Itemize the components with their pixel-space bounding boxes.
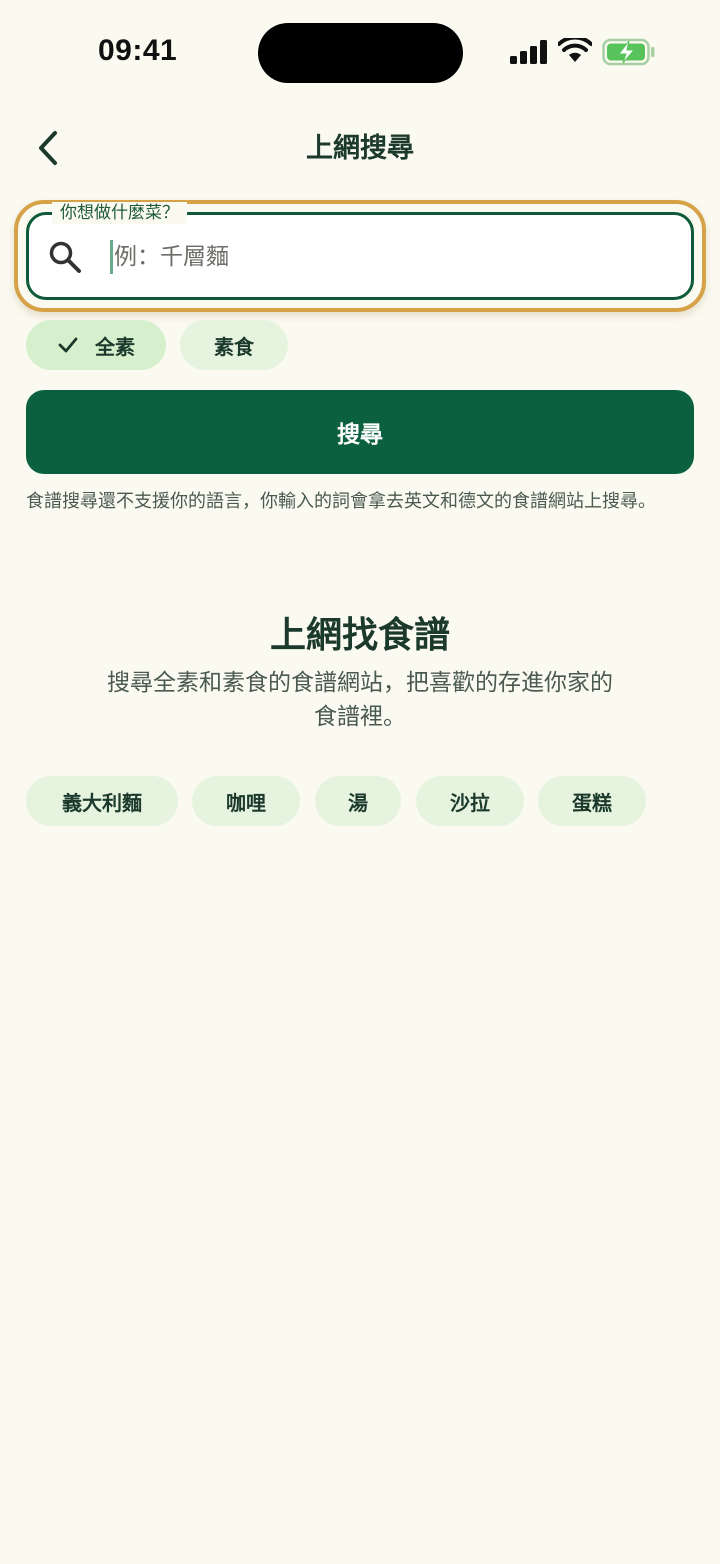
status-time: 09:41 (98, 34, 178, 67)
suggestion-chip-label: 蛋糕 (572, 790, 612, 815)
section-heading: 上網找食譜 (269, 615, 450, 656)
suggestion-chip-curry[interactable]: 咖哩 (192, 776, 300, 826)
page-title: 上網搜尋 (306, 133, 414, 164)
search-field-label: 你想做什麼菜？ (52, 202, 187, 224)
wifi-icon (558, 38, 592, 62)
search-input[interactable] (114, 234, 674, 280)
suggestion-chip-soup[interactable]: 湯 (315, 776, 401, 826)
search-button[interactable]: 搜尋 (26, 390, 694, 474)
filter-chip-label: 素食 (214, 334, 254, 359)
suggestion-chip-cake[interactable]: 蛋糕 (538, 776, 646, 826)
suggestion-chip-label: 義大利麵 (62, 790, 142, 815)
filter-chip-label: 全素 (95, 334, 135, 359)
search-button-label: 搜尋 (337, 422, 383, 448)
filter-chip-vegetarian[interactable]: 素食 (180, 320, 288, 370)
status-bar: 09:41 (0, 0, 720, 100)
suggestion-chip-label: 湯 (348, 790, 368, 815)
cellular-signal-icon (510, 40, 547, 64)
text-caret (110, 240, 113, 274)
suggestion-chip-label: 咖哩 (226, 790, 266, 815)
search-icon (49, 241, 81, 273)
checkmark-icon (58, 337, 78, 353)
suggestion-chip-pasta[interactable]: 義大利麵 (26, 776, 178, 826)
suggestion-chip-label: 沙拉 (450, 790, 490, 815)
dynamic-island (258, 23, 463, 83)
suggestion-chip-salad[interactable]: 沙拉 (416, 776, 524, 826)
battery-charging-icon (602, 38, 655, 66)
section-description: 搜尋全素和素食的食譜網站，把喜歡的存進你家的食譜裡。 (107, 670, 613, 730)
filter-chip-vegan[interactable]: 全素 (26, 320, 166, 370)
language-notice: 食譜搜尋還不支援你的語言，你輸入的詞會拿去英文和德文的食譜網站上搜尋。 (26, 491, 656, 512)
